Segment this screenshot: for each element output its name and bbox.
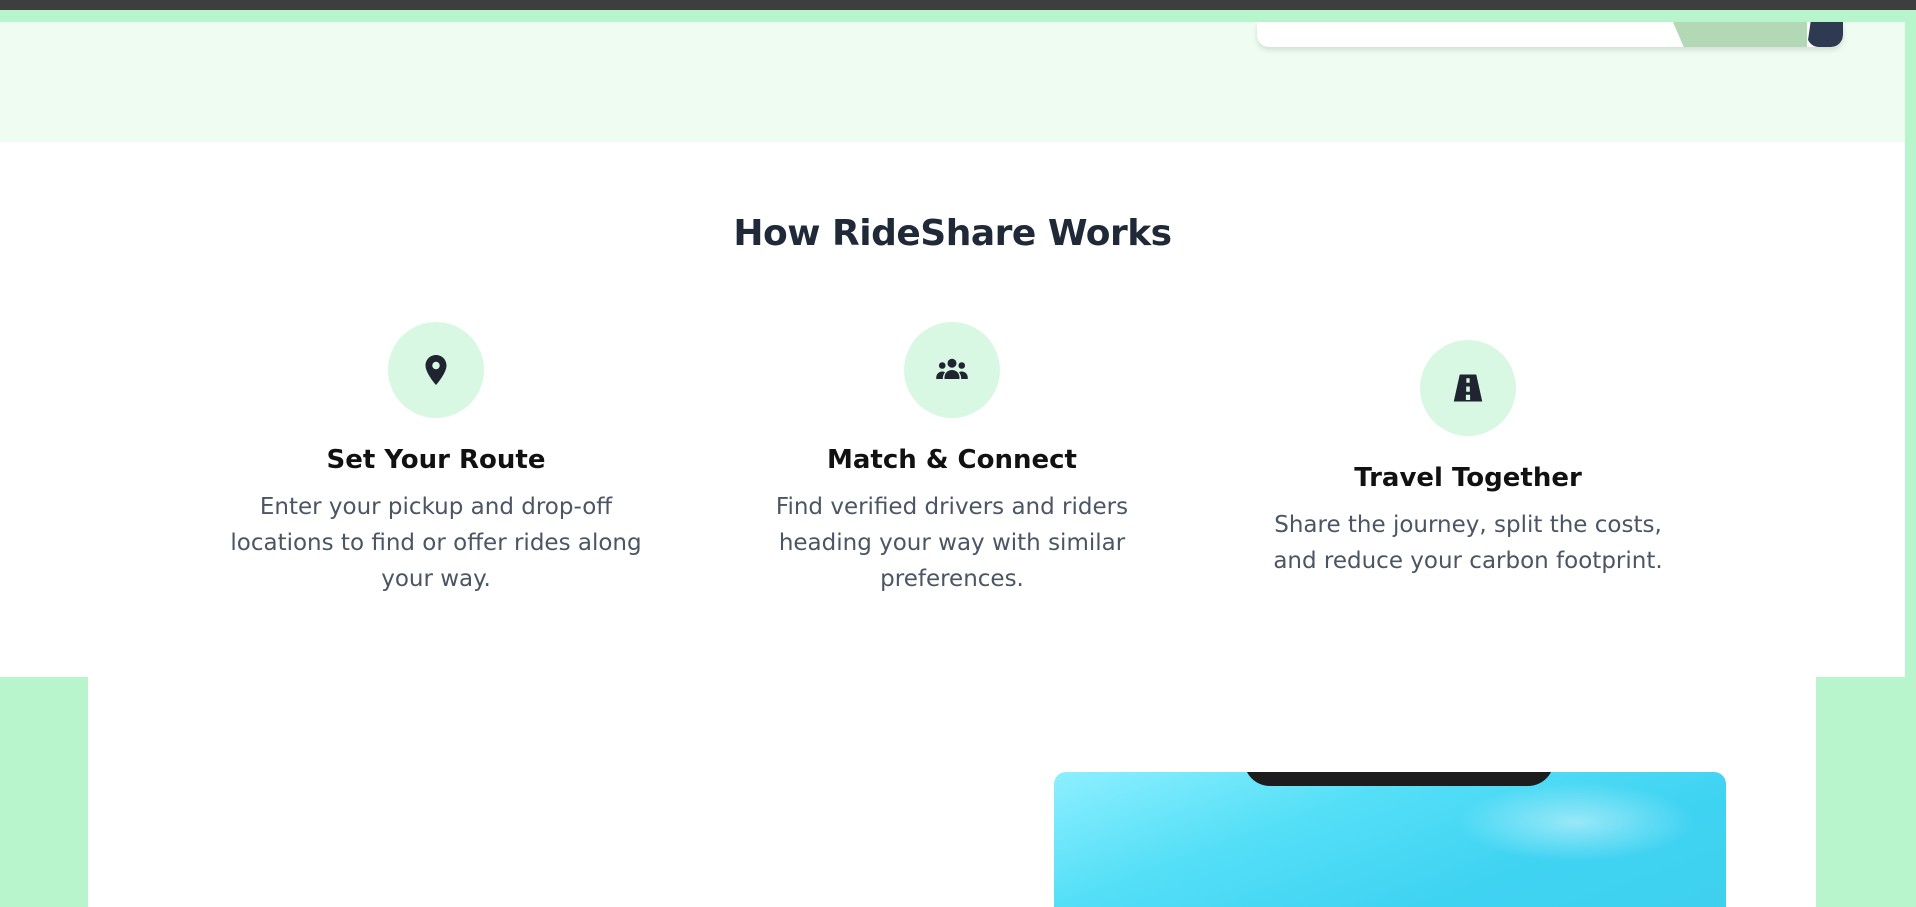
step-title: Set Your Route xyxy=(326,445,546,475)
step-title: Match & Connect xyxy=(827,445,1077,475)
step-title: Travel Together xyxy=(1354,463,1582,493)
step-icon-circle xyxy=(1420,340,1516,436)
step-icon-circle xyxy=(904,322,1000,418)
app-preview-image xyxy=(1054,772,1726,907)
step-match-connect: Match & Connect Find verified drivers an… xyxy=(732,322,1172,597)
step-travel-together: Travel Together Share the journey, split… xyxy=(1248,340,1688,579)
app-showcase-section xyxy=(88,677,1816,907)
sky-cloud xyxy=(1456,782,1696,862)
hero-map-preview xyxy=(1673,22,1807,47)
section-title: How RideShare Works xyxy=(733,213,1172,254)
map-pin-icon xyxy=(425,355,447,385)
step-set-route: Set Your Route Enter your pickup and dro… xyxy=(216,322,656,597)
step-icon-circle xyxy=(388,322,484,418)
hero-card xyxy=(1257,22,1843,47)
hero-card-accent xyxy=(1807,22,1843,47)
how-it-works-section: How RideShare Works Set Your Route Enter… xyxy=(0,142,1905,677)
browser-chrome-bar xyxy=(0,0,1916,10)
step-description: Find verified drivers and riders heading… xyxy=(775,494,1129,592)
users-icon xyxy=(936,358,968,379)
step-description: Enter your pickup and drop-off locations… xyxy=(230,494,642,592)
road-icon xyxy=(1453,374,1483,402)
step-description: Share the journey, split the costs, and … xyxy=(1273,512,1663,574)
